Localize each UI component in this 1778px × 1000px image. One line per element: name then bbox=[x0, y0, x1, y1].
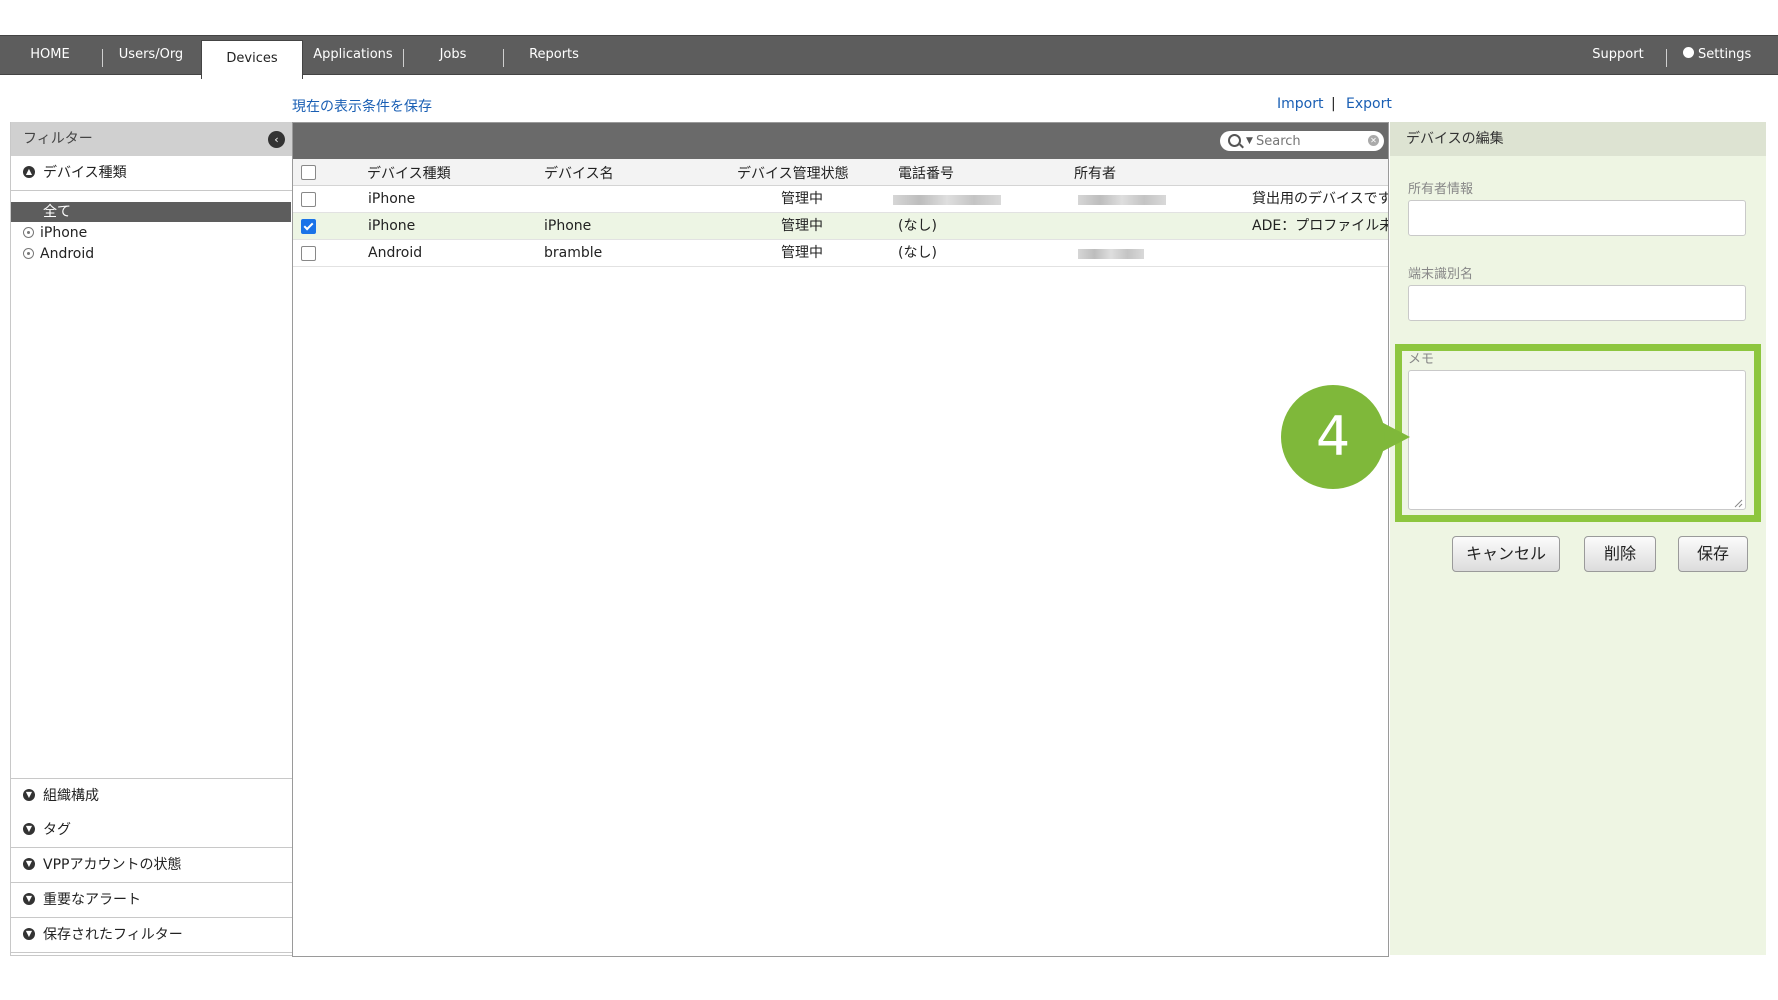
save-button[interactable]: 保存 bbox=[1678, 536, 1748, 572]
top-navigation: HOME Users/Org Devices Applications Jobs… bbox=[0, 35, 1778, 79]
nav-tab-applications[interactable]: Applications bbox=[313, 36, 393, 74]
device-table-panel: ▼ ✕ デバイス種類 デバイス名 デバイス管理状態 電話番号 所有者 iPhon… bbox=[292, 122, 1389, 957]
filter-title: フィルター bbox=[23, 131, 93, 147]
filter-section-alerts[interactable]: ▼ 重要なアラート bbox=[11, 883, 293, 918]
link-separator: | bbox=[1331, 96, 1336, 112]
column-header-owner[interactable]: 所有者 bbox=[1074, 163, 1116, 183]
cell-type: Android bbox=[368, 245, 423, 261]
column-header-type[interactable]: デバイス種類 bbox=[367, 163, 451, 183]
nav-tab-reports[interactable]: Reports bbox=[524, 36, 584, 74]
section-label: 重要なアラート bbox=[43, 892, 141, 908]
blurred-owner bbox=[1078, 249, 1144, 259]
filter-panel: フィルター ‹ ▲ デバイス種類 全て iPhone Android ▼ 組織構成 … bbox=[10, 122, 294, 956]
nav-tab-devices[interactable]: Devices bbox=[201, 40, 303, 79]
row-checkbox[interactable] bbox=[301, 192, 316, 207]
chevron-down-icon: ▼ bbox=[23, 893, 35, 905]
option-label: Android bbox=[40, 246, 95, 262]
filter-section-device-type[interactable]: ▲ デバイス種類 bbox=[11, 156, 293, 191]
chevron-down-icon: ▼ bbox=[23, 789, 35, 801]
radio-icon bbox=[23, 226, 34, 238]
filter-section-org[interactable]: ▼ 組織構成 bbox=[11, 778, 293, 814]
section-label: VPPアカウントの状態 bbox=[43, 857, 182, 873]
filter-section-tag[interactable]: ▼ タグ bbox=[11, 813, 293, 848]
option-label: 全て bbox=[43, 204, 71, 220]
row-checkbox[interactable] bbox=[301, 219, 316, 234]
option-label: iPhone bbox=[40, 225, 88, 241]
export-link[interactable]: Export bbox=[1346, 96, 1392, 112]
table-row[interactable]: Android bramble 管理中 (なし) bbox=[293, 240, 1388, 267]
import-link[interactable]: Import bbox=[1277, 96, 1323, 112]
device-type-option-all[interactable]: 全て bbox=[11, 202, 291, 222]
clear-search-icon[interactable]: ✕ bbox=[1368, 135, 1379, 146]
save-view-link[interactable]: 現在の表示条件を保存 bbox=[292, 96, 432, 116]
cell-type: iPhone bbox=[368, 191, 416, 207]
column-header-name[interactable]: デバイス名 bbox=[544, 163, 614, 183]
cell-note: 貸出用のデバイスです bbox=[1252, 191, 1388, 207]
cell-status: 管理中 bbox=[781, 191, 823, 207]
collapse-panel-icon[interactable]: ‹ bbox=[268, 131, 285, 148]
section-label: 組織構成 bbox=[43, 788, 99, 804]
cell-name: iPhone bbox=[544, 218, 592, 234]
nav-tab-jobs[interactable]: Jobs bbox=[425, 36, 481, 74]
table-row[interactable]: iPhone 管理中 貸出用のデバイスです bbox=[293, 186, 1388, 213]
cell-phone: (なし) bbox=[898, 245, 937, 261]
nav-tab-home[interactable]: HOME bbox=[20, 36, 80, 74]
owner-info-input[interactable] bbox=[1408, 200, 1746, 236]
chevron-down-icon: ▼ bbox=[23, 823, 35, 835]
search-input[interactable] bbox=[1256, 131, 1356, 151]
nav-separator bbox=[503, 49, 504, 67]
nav-separator bbox=[403, 49, 404, 67]
chevron-up-icon: ▲ bbox=[23, 166, 35, 178]
table-toolbar: ▼ ✕ bbox=[293, 123, 1388, 159]
cell-status: 管理中 bbox=[781, 245, 823, 261]
cell-type: iPhone bbox=[368, 218, 416, 234]
select-all-checkbox[interactable] bbox=[301, 165, 316, 180]
settings-label: Settings bbox=[1698, 47, 1752, 62]
chevron-down-icon: ▼ bbox=[23, 858, 35, 870]
filter-section-vpp[interactable]: ▼ VPPアカウントの状態 bbox=[11, 848, 293, 883]
section-label: タグ bbox=[43, 822, 71, 838]
nav-separator bbox=[102, 49, 103, 67]
cell-note: ADE：プロファイル未 bbox=[1252, 218, 1388, 234]
device-edit-panel: デバイスの編集 所有者情報 端末識別名 メモ キャンセル 削除 保存 bbox=[1390, 122, 1766, 955]
blurred-owner bbox=[1078, 195, 1166, 205]
cell-status: 管理中 bbox=[781, 218, 823, 234]
nav-support[interactable]: Support bbox=[1588, 36, 1648, 74]
table-row[interactable]: iPhone iPhone 管理中 (なし) ADE：プロファイル未 bbox=[293, 213, 1388, 240]
edit-panel-title: デバイスの編集 bbox=[1390, 122, 1766, 156]
nav-settings[interactable]: Settings bbox=[1683, 36, 1778, 74]
nav-separator bbox=[1666, 49, 1667, 67]
blurred-phone bbox=[893, 195, 1001, 205]
device-type-option-iphone[interactable]: iPhone bbox=[11, 223, 291, 243]
cell-name: bramble bbox=[544, 245, 603, 261]
cancel-button[interactable]: キャンセル bbox=[1452, 536, 1560, 572]
column-header-phone[interactable]: 電話番号 bbox=[898, 163, 954, 183]
nav-tab-users-org[interactable]: Users/Org bbox=[114, 36, 188, 74]
cell-phone: (なし) bbox=[898, 218, 937, 234]
row-checkbox[interactable] bbox=[301, 246, 316, 261]
section-label: 保存されたフィルター bbox=[43, 927, 183, 943]
table-header: デバイス種類 デバイス名 デバイス管理状態 電話番号 所有者 bbox=[293, 159, 1388, 186]
chevron-down-icon: ▼ bbox=[23, 928, 35, 940]
caret-down-icon[interactable]: ▼ bbox=[1246, 131, 1253, 151]
owner-info-label: 所有者情報 bbox=[1408, 182, 1474, 197]
search-icon bbox=[1228, 134, 1241, 147]
radio-icon bbox=[23, 247, 34, 259]
memo-highlight-frame bbox=[1395, 344, 1761, 522]
search-box[interactable]: ▼ ✕ bbox=[1220, 131, 1384, 151]
delete-button[interactable]: 削除 bbox=[1584, 536, 1656, 572]
gear-icon bbox=[1683, 47, 1694, 58]
filter-section-saved[interactable]: ▼ 保存されたフィルター bbox=[11, 918, 293, 953]
device-type-option-android[interactable]: Android bbox=[11, 244, 291, 264]
filter-header: フィルター ‹ bbox=[11, 122, 293, 156]
step-number-badge: 4 bbox=[1281, 385, 1385, 489]
device-id-input[interactable] bbox=[1408, 285, 1746, 321]
section-label: デバイス種類 bbox=[43, 165, 127, 181]
column-header-status[interactable]: デバイス管理状態 bbox=[737, 163, 849, 183]
device-id-label: 端末識別名 bbox=[1408, 267, 1474, 282]
